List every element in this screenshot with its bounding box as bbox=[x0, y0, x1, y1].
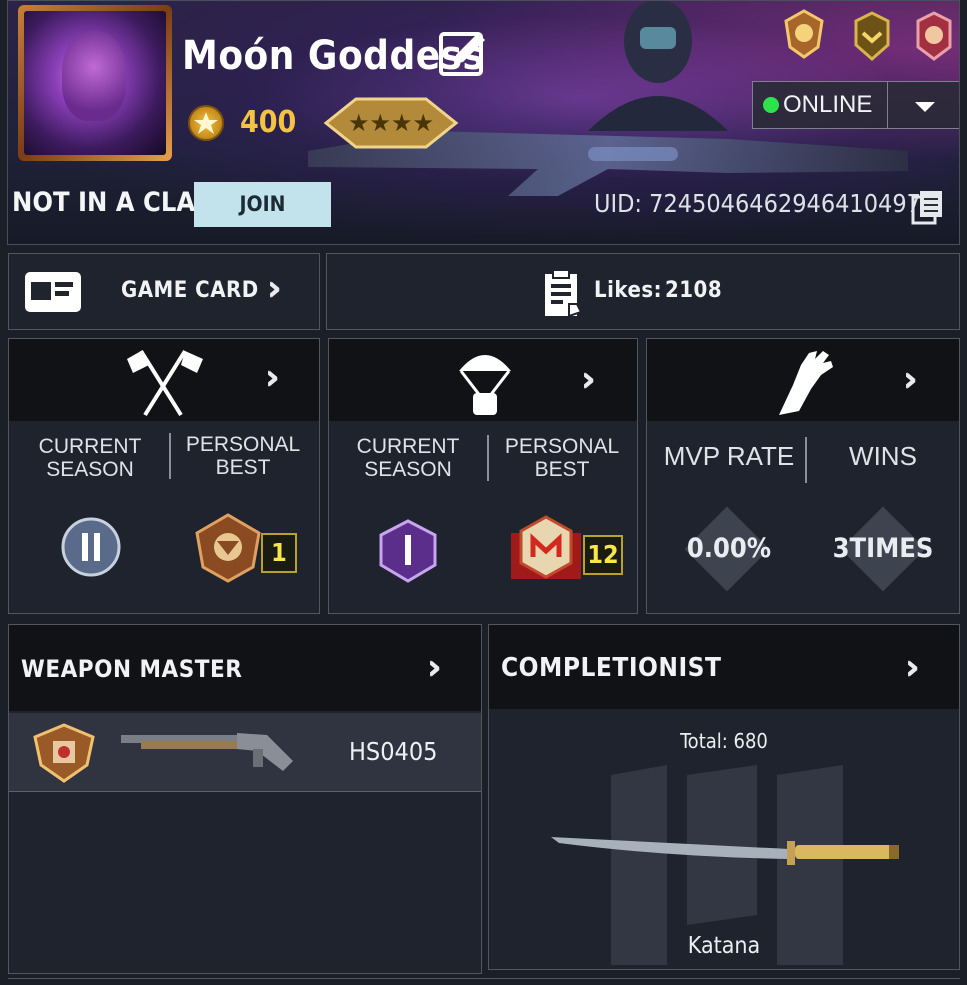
weapon-name: HS0405 bbox=[349, 737, 438, 766]
zombie-stats-panel[interactable]: ›› MVP RATE WINS 0.00% 3TIMES bbox=[646, 338, 960, 614]
chevron-right-icon: ›› bbox=[581, 359, 594, 400]
online-status-dot bbox=[763, 97, 779, 113]
copy-icon[interactable] bbox=[910, 189, 946, 225]
completionist-panel[interactable]: COMPLETIONIST ›› Total: 680 Katana bbox=[488, 624, 960, 970]
chevron-down-icon[interactable] bbox=[913, 98, 937, 114]
svg-text:★★★★: ★★★★ bbox=[348, 109, 434, 137]
crossed-flags-icon bbox=[127, 349, 203, 417]
katana-image bbox=[551, 837, 899, 865]
chevron-right-icon: ›› bbox=[903, 359, 916, 400]
join-clan-button[interactable]: JOIN bbox=[194, 182, 331, 227]
rank-badge-icon bbox=[195, 513, 261, 583]
online-status-dropdown[interactable]: ONLINE bbox=[752, 81, 959, 129]
br-rank-panel[interactable]: ›› CURRENT SEASON PERSONAL BEST 12 bbox=[328, 338, 638, 614]
avatar[interactable] bbox=[18, 5, 172, 161]
medal-icon[interactable] bbox=[910, 11, 958, 63]
likes-label: Likes: bbox=[594, 278, 663, 303]
wins-label: WINS bbox=[849, 441, 917, 471]
coin-icon bbox=[188, 105, 224, 141]
id-card-icon bbox=[25, 272, 81, 312]
mvp-rate-label: MVP RATE bbox=[663, 441, 795, 471]
clan-status: NOT IN A CLAN bbox=[12, 187, 216, 218]
avatar-image bbox=[24, 11, 166, 155]
rank-count-badge: 12 bbox=[583, 535, 623, 575]
personal-best-label: PERSONAL BEST bbox=[504, 435, 620, 481]
weapon-master-panel[interactable]: WEAPON MASTER ›› HS0405 bbox=[8, 624, 482, 974]
weapon-row[interactable]: HS0405 bbox=[9, 713, 481, 792]
parachute-icon bbox=[459, 355, 511, 415]
uid-text: UID: 7245046462946410497 bbox=[594, 189, 921, 218]
chevron-right-icon: ›› bbox=[265, 357, 278, 398]
clipboard-like-icon bbox=[545, 269, 583, 318]
rank-stars-icon: ★★★★ bbox=[323, 97, 459, 149]
likes-count: 2108 bbox=[665, 278, 723, 303]
chevron-right-icon: ›› bbox=[905, 647, 918, 688]
coin-count: 400 bbox=[240, 105, 297, 140]
rank-badge-icon bbox=[61, 517, 121, 577]
likes-panel[interactable]: Likes: 2108 bbox=[326, 253, 960, 330]
medal-icon[interactable] bbox=[780, 7, 828, 59]
zombie-hand-icon bbox=[779, 351, 833, 415]
character-art bbox=[588, 1, 728, 131]
online-status-label: ONLINE bbox=[783, 91, 873, 118]
completionist-title: COMPLETIONIST bbox=[501, 653, 722, 683]
mp-rank-panel[interactable]: ›› CURRENT SEASON PERSONAL BEST 1 bbox=[8, 338, 320, 614]
item-name: Katana bbox=[687, 933, 761, 959]
game-card-button[interactable]: GAME CARD ›› bbox=[8, 253, 320, 330]
current-season-label: CURRENT SEASON bbox=[38, 435, 142, 481]
mvp-rate-value: 0.00% bbox=[686, 533, 772, 564]
chevron-right-icon: ›› bbox=[267, 268, 280, 309]
wins-value: 3TIMES bbox=[832, 533, 934, 564]
personal-best-label: PERSONAL BEST bbox=[185, 433, 301, 479]
game-card-label: GAME CARD bbox=[121, 278, 259, 303]
chevron-right-icon: ›› bbox=[427, 647, 440, 688]
shotgun-image bbox=[121, 733, 293, 771]
weapon-medal-icon bbox=[33, 723, 95, 783]
rank-count-badge: 1 bbox=[261, 533, 297, 573]
rank-badge-icon bbox=[511, 515, 581, 579]
current-season-label: CURRENT SEASON bbox=[356, 435, 460, 481]
profile-header: Moón Goddess 400 ★★★★ ONLINE NOT IN A CL… bbox=[7, 0, 960, 245]
medal-icon[interactable] bbox=[848, 11, 896, 63]
rank-badge-icon bbox=[379, 519, 437, 583]
weapon-master-title: WEAPON MASTER bbox=[21, 655, 243, 683]
edit-name-icon[interactable] bbox=[438, 28, 488, 78]
total-count: Total: 680 bbox=[680, 729, 768, 753]
